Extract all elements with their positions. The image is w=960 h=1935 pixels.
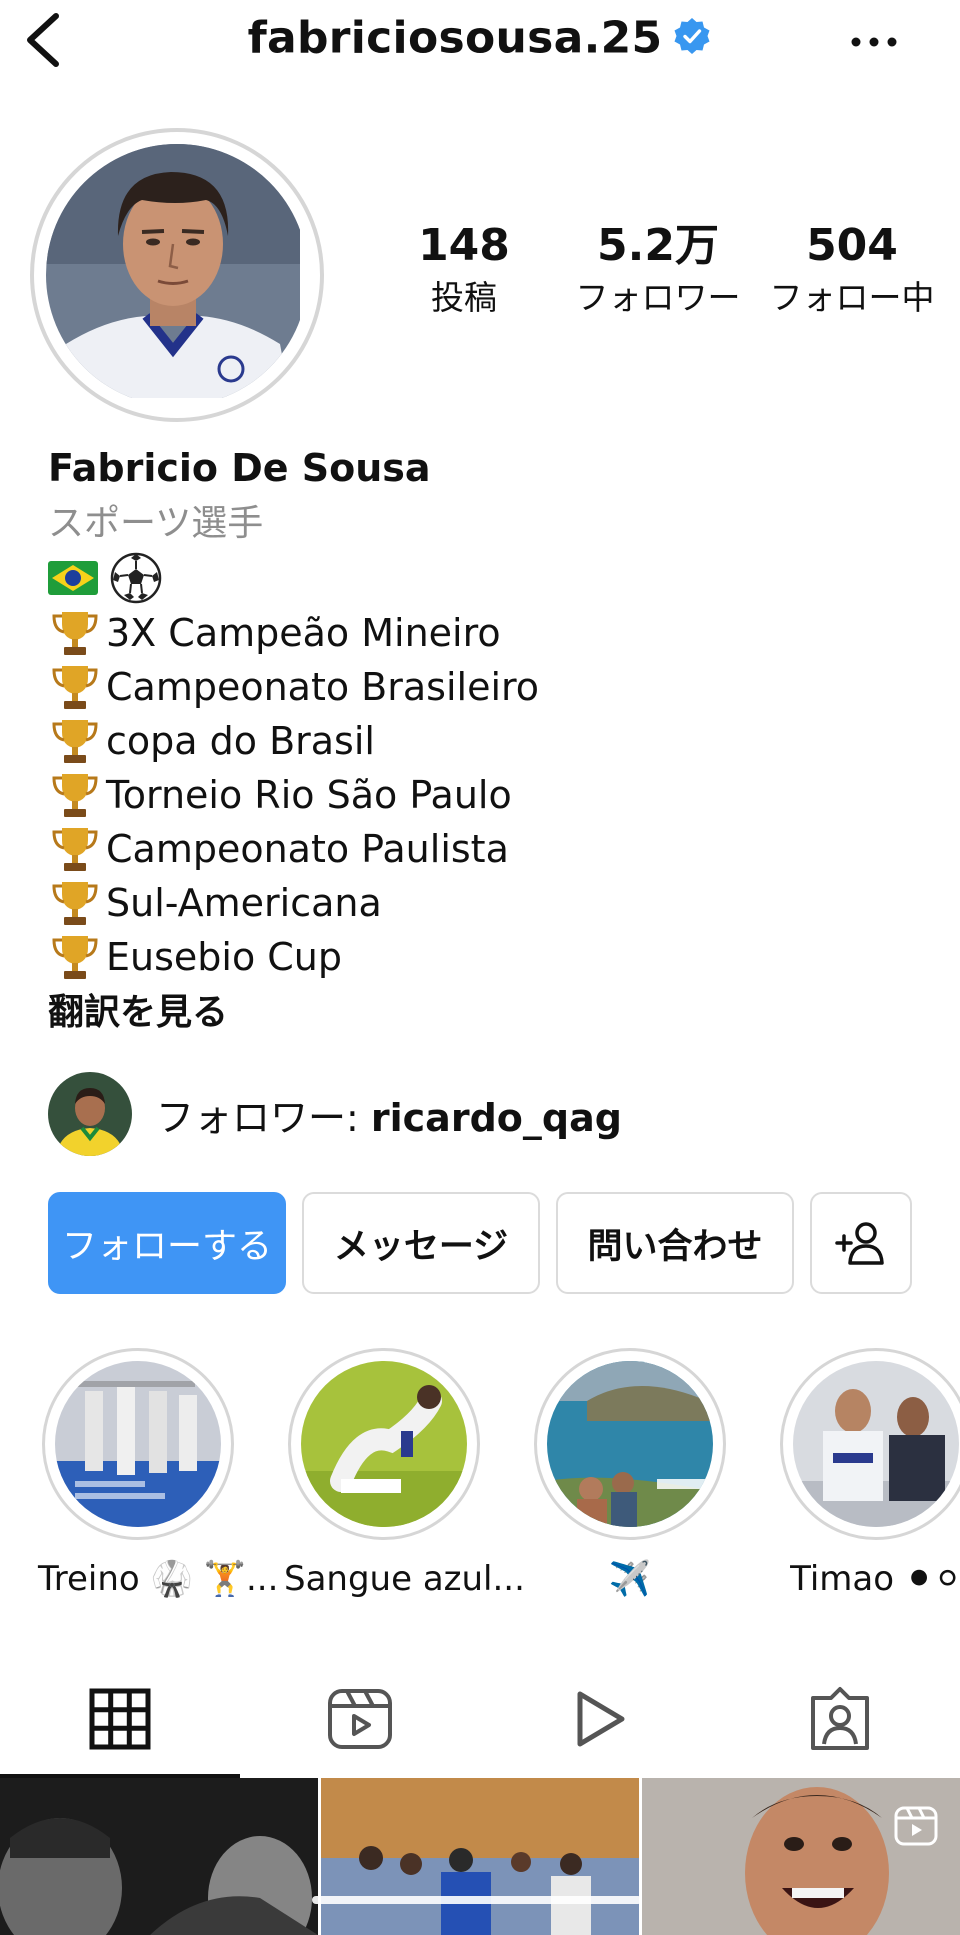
highlight-cover	[547, 1361, 713, 1527]
add-user-icon	[835, 1222, 884, 1265]
see-translation-link[interactable]: 翻訳を見る	[48, 986, 928, 1040]
trophy-icon	[52, 828, 98, 871]
tab-reels[interactable]	[240, 1660, 480, 1778]
full-name: Fabricio De Sousa	[48, 446, 431, 490]
following-label: フォロー中	[769, 278, 935, 317]
posts-count: 148	[418, 220, 510, 271]
highlight-label: Sangue azul...	[284, 1559, 525, 1599]
highlight-label: Treino 🥋 🏋...	[38, 1559, 279, 1599]
post-thumbnail[interactable]	[642, 1778, 960, 1935]
brazil-flag-icon	[48, 561, 98, 595]
soccer-ball-icon	[110, 552, 162, 604]
highlight-label: Timao ⚫⚪	[790, 1559, 960, 1599]
bio-line-text: copa do Brasil	[106, 719, 375, 763]
highlight-cover-ring	[780, 1348, 960, 1540]
tab-tagged[interactable]	[720, 1660, 960, 1778]
grid-icon	[89, 1688, 151, 1750]
followed-by-username[interactable]: ricardo_qag	[371, 1096, 622, 1140]
play-icon	[577, 1691, 625, 1747]
bio-line-text: Campeonato Brasileiro	[106, 665, 540, 709]
highlight-cover-ring	[288, 1348, 480, 1540]
trophy-icon	[52, 720, 98, 763]
more-options-button[interactable]	[844, 22, 904, 62]
highlight-label: ✈️	[608, 1559, 652, 1599]
followed-by-text: フォロワー: ricardo_qag	[156, 1087, 622, 1142]
bio-line-text: Torneio Rio São Paulo	[106, 773, 512, 817]
posts-grid	[0, 1778, 960, 1935]
bio-line: 3X Campeão Mineiro	[48, 606, 928, 660]
story-highlight[interactable]: Treino 🥋 🏋...	[38, 1348, 279, 1604]
post-thumbnail[interactable]	[0, 1778, 318, 1935]
highlight-cover	[55, 1361, 221, 1527]
trophy-icon	[52, 666, 98, 709]
more-horizontal-icon	[851, 37, 897, 47]
following-count: 504	[806, 220, 898, 271]
followed-by-prefix: フォロワー:	[156, 1095, 371, 1140]
followers-stat[interactable]: 5.2万 フォロワー	[558, 218, 758, 322]
bio-line: Eusebio Cup	[48, 930, 928, 984]
profile-header: fabriciosousa.25	[0, 0, 960, 84]
posts-label: 投稿	[431, 278, 497, 317]
trophy-icon	[52, 774, 98, 817]
tab-videos[interactable]	[480, 1660, 720, 1778]
highlight-cover-ring	[534, 1348, 726, 1540]
trophy-icon	[52, 882, 98, 925]
follow-button[interactable]: フォローする	[48, 1192, 286, 1294]
message-button[interactable]: メッセージ	[302, 1192, 540, 1294]
tagged-user-icon	[811, 1687, 869, 1750]
bio-line-text: Sul-Americana	[106, 881, 382, 925]
bio-line-text: 3X Campeão Mineiro	[106, 611, 501, 655]
profile-tabs	[0, 1660, 960, 1778]
story-highlight[interactable]: ✈️	[530, 1348, 730, 1604]
profile-photo	[46, 144, 308, 406]
profile-avatar[interactable]	[30, 128, 324, 422]
profile-username-title: fabriciosousa.25	[0, 10, 960, 64]
bio-line: Campeonato Paulista	[48, 822, 928, 876]
suggested-users-button[interactable]	[810, 1192, 912, 1294]
bio-line-text: Campeonato Paulista	[106, 827, 509, 871]
bio-line-text: Eusebio Cup	[106, 935, 343, 979]
bio-line: copa do Brasil	[48, 714, 928, 768]
story-highlight[interactable]: Timao ⚫⚪	[776, 1348, 960, 1604]
username: fabriciosousa.25	[247, 12, 663, 64]
follower-avatar	[48, 1072, 132, 1156]
trophy-icon	[52, 936, 98, 979]
profile-bio: Fabricio De Sousa スポーツ選手 3X Campeão Mine…	[48, 438, 928, 1040]
highlight-cover	[793, 1361, 959, 1527]
verified-badge-icon	[674, 18, 710, 54]
following-stat[interactable]: 504 フォロー中	[752, 218, 952, 322]
highlight-cover	[301, 1361, 467, 1527]
highlight-cover-ring	[42, 1348, 234, 1540]
bio-line: Torneio Rio São Paulo	[48, 768, 928, 822]
contact-button[interactable]: 問い合わせ	[556, 1192, 794, 1294]
bio-flag-line	[48, 550, 928, 606]
followers-count: 5.2万	[597, 220, 719, 271]
story-highlight[interactable]: Sangue azul...	[284, 1348, 525, 1604]
followers-label: フォロワー	[575, 278, 741, 317]
reels-icon	[894, 1806, 938, 1846]
bio-line: Sul-Americana	[48, 876, 928, 930]
scroll-indicator	[312, 1896, 642, 1904]
bio-line: Campeonato Brasileiro	[48, 660, 928, 714]
profile-category: スポーツ選手	[48, 503, 264, 544]
post-thumbnail[interactable]	[321, 1778, 639, 1935]
reels-icon	[328, 1689, 392, 1749]
trophy-icon	[52, 612, 98, 655]
followed-by[interactable]: フォロワー: ricardo_qag	[48, 1072, 622, 1156]
posts-stat[interactable]: 148 投稿	[364, 218, 564, 322]
tab-posts-grid[interactable]	[0, 1660, 240, 1778]
